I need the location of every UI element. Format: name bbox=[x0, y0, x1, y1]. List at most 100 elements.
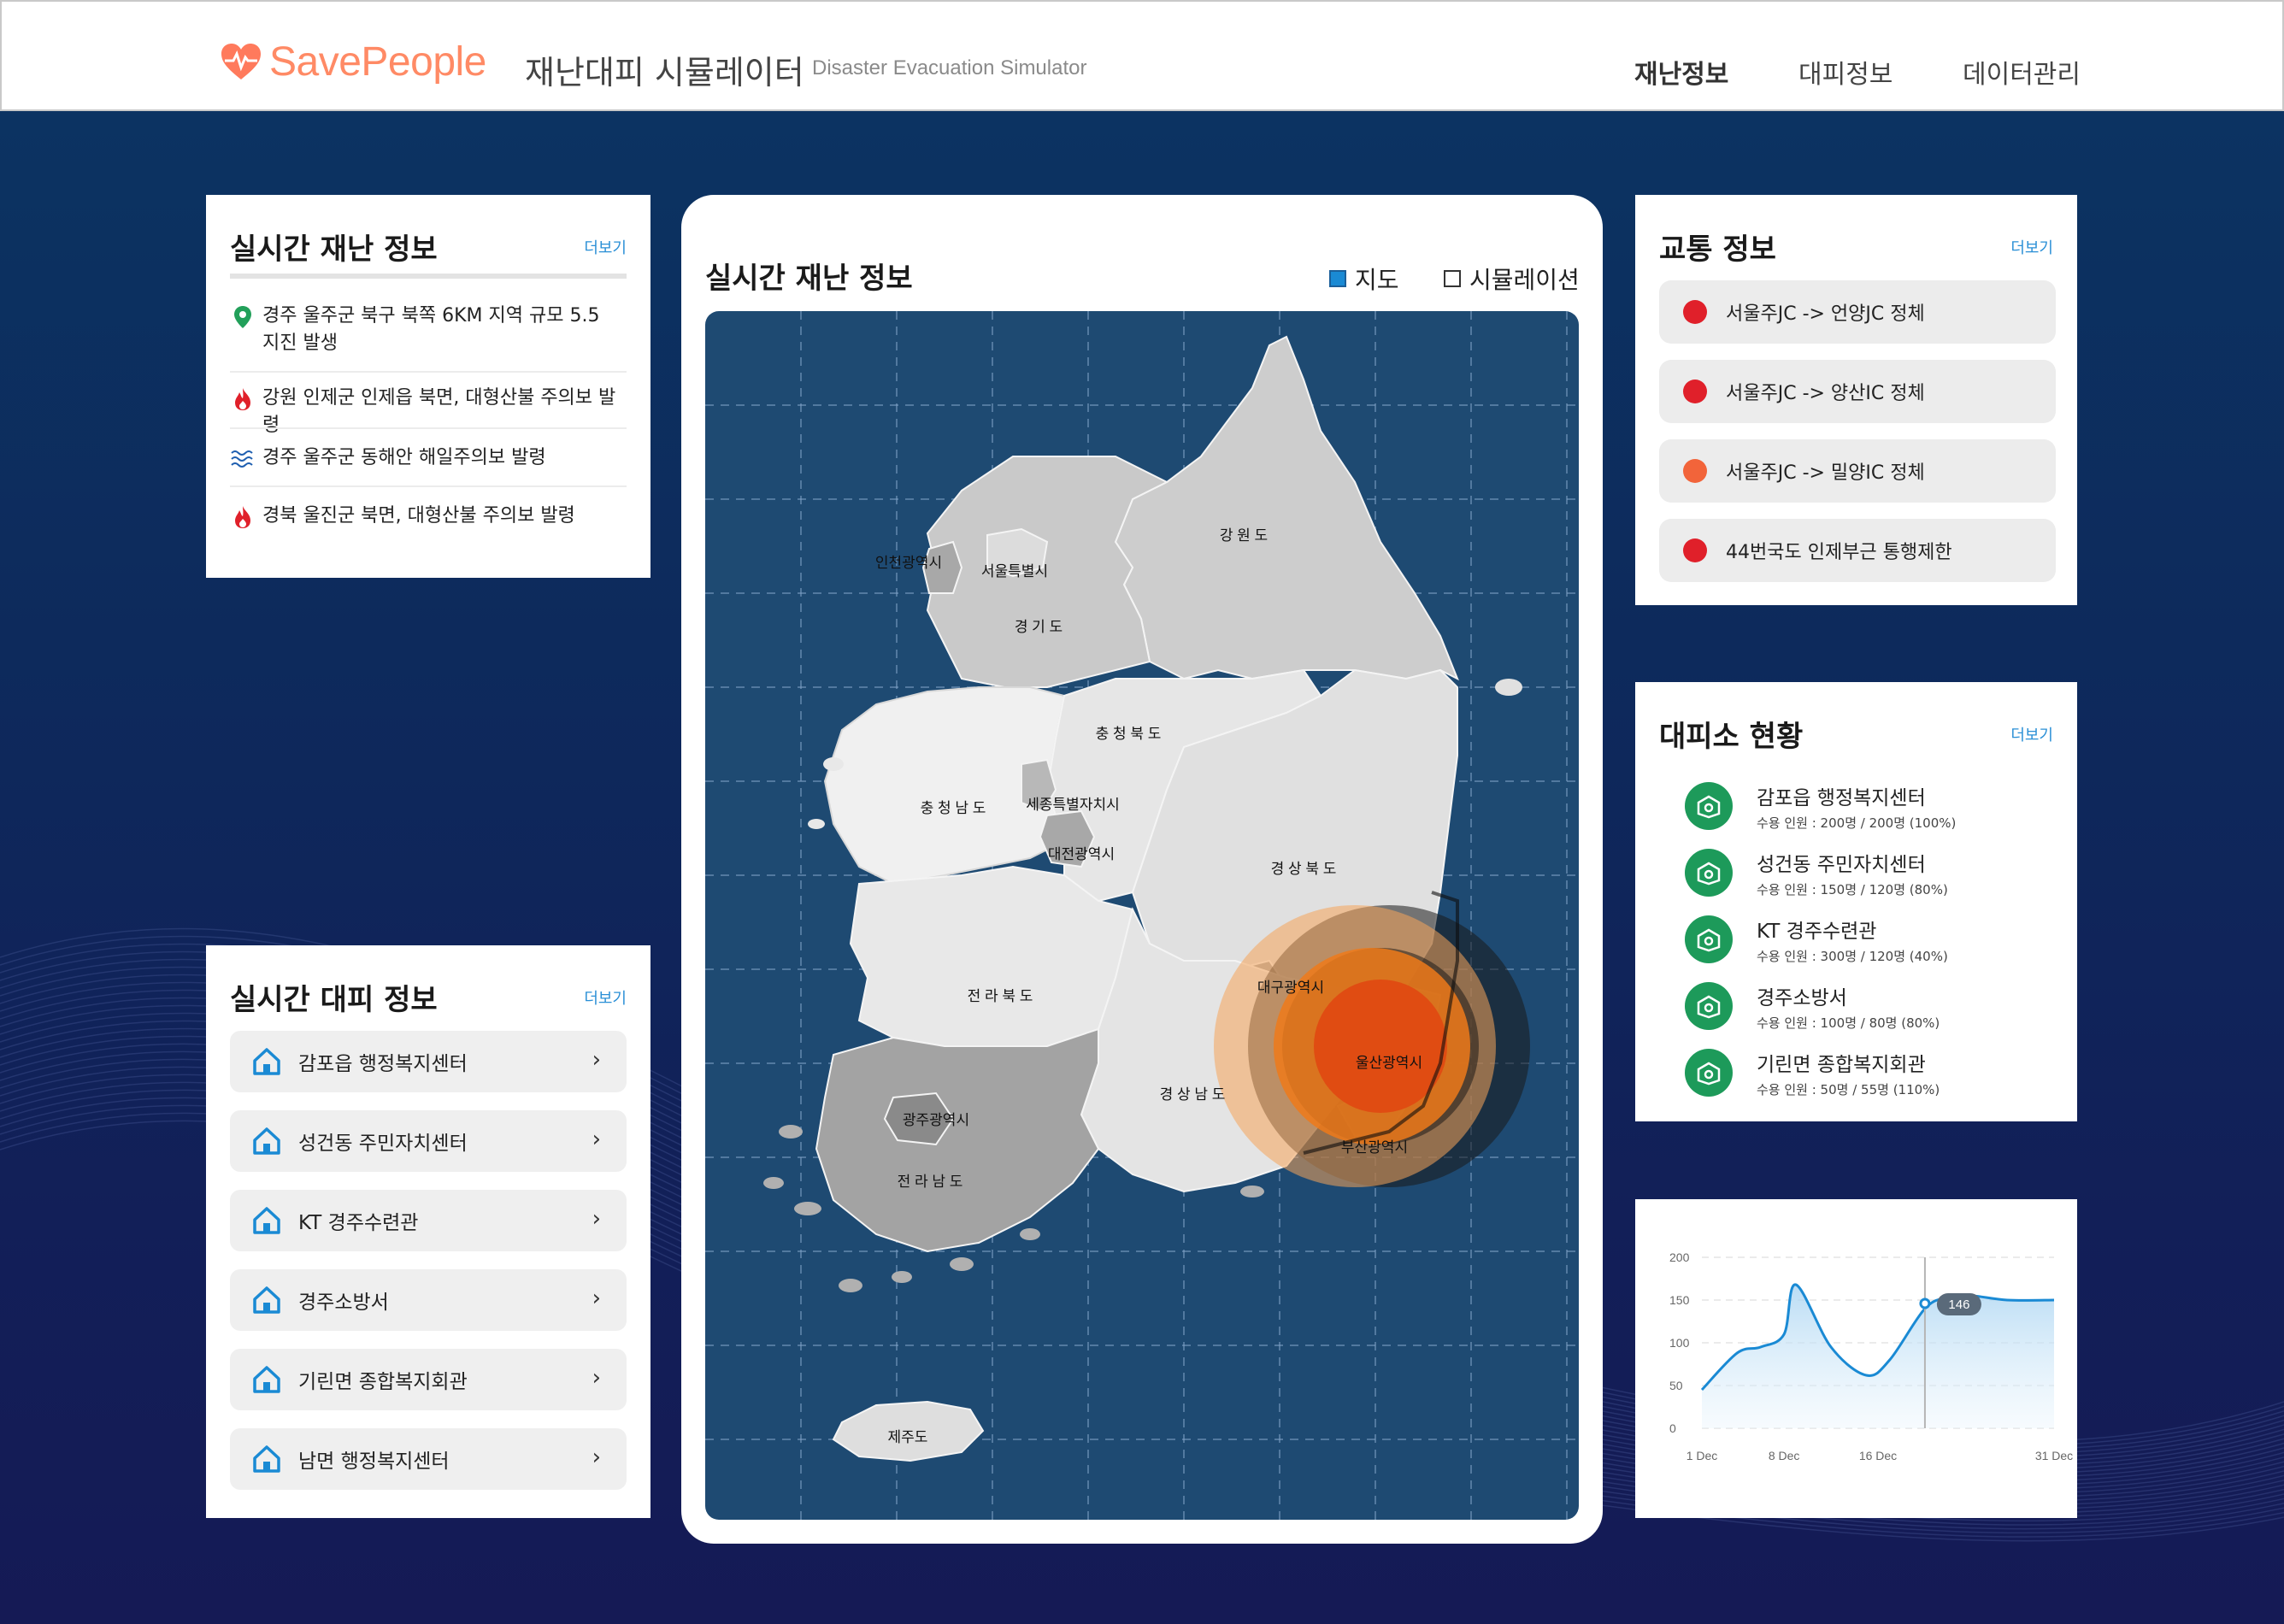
evacuation-item-label: 기린면 종합복지회관 bbox=[298, 1371, 468, 1393]
traffic-item-text: 서울주JC -> 언양JC 정체 bbox=[1726, 303, 1925, 325]
house-icon bbox=[253, 1286, 280, 1314]
disaster-info-card: 실시간 재난 정보 더보기 경주 울주군 북구 북쪽 6KM 지역 규모 5.5… bbox=[206, 195, 650, 578]
fire-icon bbox=[235, 388, 250, 410]
top-header: SavePeople 재난대피 시뮬레이터 Disaster Evacuatio… bbox=[0, 0, 2284, 111]
chevron-right-icon: › bbox=[592, 1286, 601, 1311]
evacuation-item-label: 남면 행정복지센터 bbox=[298, 1450, 450, 1473]
label-gyeongnam: 경 상 남 도 bbox=[1160, 1086, 1226, 1103]
toggle-label: 시뮬레이션 bbox=[1469, 266, 1580, 294]
divider bbox=[230, 427, 627, 429]
chart-area-fill bbox=[1702, 1284, 2054, 1428]
traffic-list-item[interactable]: 서울주JC -> 양산IC 정체 bbox=[1659, 360, 2056, 423]
evacuation-list-item[interactable]: 성건동 주민자치센터 › bbox=[230, 1110, 627, 1172]
x-tick-label: 16 Dec bbox=[1859, 1449, 1897, 1462]
disaster-item-text: 경주 울주군 북구 북쪽 6KM 지역 규모 5.5 bbox=[262, 305, 600, 327]
more-link[interactable]: 더보기 bbox=[2010, 723, 2053, 745]
chevron-right-icon: › bbox=[592, 1127, 601, 1152]
shelter-status-card: 대피소 현황 더보기 감포읍 행정복지센터 수용 인원 : 200명 / 200명… bbox=[1635, 682, 2077, 1121]
label-gyeongbuk: 경 상 북 도 bbox=[1271, 861, 1337, 877]
line-chart[interactable]: 0 50 100 150 200 1 Dec 8 Dec 16 Dec 31 Dec 146 bbox=[1635, 1199, 2077, 1518]
evacuation-list-item[interactable]: KT 경주수련관 › bbox=[230, 1190, 627, 1251]
korea-map[interactable]: 인천광역시 서울특별시 경 기 도 강 원 도 충 청 북 도 충 청 남 도 … bbox=[705, 311, 1579, 1520]
toggle-map[interactable]: 지도 bbox=[1329, 262, 1399, 296]
traffic-list-item[interactable]: 서울주JC -> 밀양IC 정체 bbox=[1659, 439, 2056, 503]
divider bbox=[230, 485, 627, 487]
label-gwangju: 광주광역시 bbox=[903, 1112, 969, 1128]
fire-icon bbox=[235, 506, 250, 528]
checkbox-unchecked[interactable] bbox=[1444, 270, 1461, 287]
more-link[interactable]: 더보기 bbox=[584, 236, 627, 258]
heart-pulse-icon bbox=[221, 44, 261, 79]
shelter-list-item[interactable]: KT 경주수련관 수용 인원 : 300명 / 120명 (40%) bbox=[1685, 909, 1948, 969]
shelter-icon bbox=[1685, 782, 1733, 830]
disaster-item-text: 경북 울진군 북면, 대형산불 주의보 발령 bbox=[262, 505, 575, 527]
disaster-item[interactable]: 강원 인제군 인제읍 북면, 대형산불 주의보 발령 bbox=[230, 385, 627, 439]
disaster-item[interactable]: 경주 울주군 북구 북쪽 6KM 지역 규모 5.5 지진 발생 bbox=[230, 303, 627, 357]
shelter-icon bbox=[1685, 849, 1733, 897]
label-jeonnam: 전 라 남 도 bbox=[898, 1174, 963, 1190]
card-title: 실시간 재난 정보 bbox=[230, 232, 438, 267]
tooltip-point[interactable] bbox=[1919, 1297, 1931, 1309]
logo[interactable]: SavePeople bbox=[220, 36, 486, 87]
divider bbox=[230, 274, 627, 279]
chevron-right-icon: › bbox=[592, 1365, 601, 1391]
disaster-item[interactable]: 경북 울진군 북면, 대형산불 주의보 발령 bbox=[230, 503, 627, 530]
traffic-item-text: 서울주JC -> 양산IC 정체 bbox=[1726, 383, 1925, 404]
traffic-item-text: 44번국도 인제부근 통행제한 bbox=[1726, 542, 1952, 563]
region-gangwon[interactable] bbox=[1114, 335, 1459, 681]
disaster-item[interactable]: 경주 울주군 동해안 해일주의보 발령 bbox=[230, 444, 627, 472]
evacuation-list-item[interactable]: 기린면 종합복지회관 › bbox=[230, 1349, 627, 1410]
x-tick-label: 8 Dec bbox=[1769, 1449, 1800, 1462]
y-tick-label: 200 bbox=[1669, 1250, 1690, 1264]
nav-disaster-info[interactable]: 재난정보 bbox=[1634, 53, 1728, 91]
shelter-name: 경주소방서 bbox=[1757, 986, 1847, 1009]
evacuation-list-item[interactable]: 남면 행정복지센터 › bbox=[230, 1428, 627, 1490]
evacuation-item-label: KT 경주수련관 bbox=[298, 1212, 419, 1234]
house-icon bbox=[253, 1445, 280, 1473]
label-daegu: 대구광역시 bbox=[1257, 980, 1324, 996]
divider bbox=[230, 371, 627, 373]
shelter-list-item[interactable]: 기린면 종합복지회관 수용 인원 : 50명 / 55명 (110%) bbox=[1685, 1043, 1940, 1103]
traffic-list-item[interactable]: 서울주JC -> 언양JC 정체 bbox=[1659, 280, 2056, 344]
traffic-list-item[interactable]: 44번국도 인제부근 통행제한 bbox=[1659, 519, 2056, 582]
more-link[interactable]: 더보기 bbox=[2010, 236, 2053, 258]
house-icon bbox=[253, 1127, 280, 1155]
evacuation-list-item[interactable]: 경주소방서 › bbox=[230, 1269, 627, 1331]
toggle-simulation[interactable]: 시뮬레이션 bbox=[1444, 262, 1580, 296]
nav-evacuation-info[interactable]: 대피정보 bbox=[1798, 53, 1893, 91]
status-dot bbox=[1683, 538, 1707, 562]
shelter-list-item[interactable]: 성건동 주민자치센터 수용 인원 : 150명 / 120명 (80%) bbox=[1685, 843, 1948, 903]
traffic-info-card: 교통 정보 더보기 서울주JC -> 언양JC 정체 서울주JC -> 양산IC … bbox=[1635, 195, 2077, 605]
label-jeju: 제주도 bbox=[888, 1429, 928, 1445]
y-tick-label: 100 bbox=[1669, 1336, 1690, 1350]
shelter-capacity: 수용 인원 : 300명 / 120명 (40%) bbox=[1757, 948, 1948, 964]
toggle-label: 지도 bbox=[1355, 266, 1399, 294]
card-title: 실시간 대피 정보 bbox=[230, 983, 438, 1017]
evacuation-item-label: 감포읍 행정복지센터 bbox=[298, 1053, 468, 1075]
y-tick-label: 150 bbox=[1669, 1293, 1690, 1307]
label-gyeonggi: 경 기 도 bbox=[1015, 619, 1063, 635]
evacuation-list-item[interactable]: 감포읍 행정복지센터 › bbox=[230, 1031, 627, 1092]
map-svg: 인천광역시 서울특별시 경 기 도 강 원 도 충 청 북 도 충 청 남 도 … bbox=[705, 311, 1579, 1520]
chevron-right-icon: › bbox=[592, 1206, 601, 1232]
tooltip-value: 146 bbox=[1948, 1297, 1969, 1312]
label-seoul: 서울특별시 bbox=[981, 563, 1048, 580]
label-jeonbuk: 전 라 북 도 bbox=[968, 988, 1033, 1004]
y-tick-label: 50 bbox=[1669, 1379, 1683, 1392]
shelter-icon bbox=[1685, 982, 1733, 1030]
shelter-icon bbox=[1685, 915, 1733, 963]
region-jeonnam[interactable] bbox=[815, 1027, 1100, 1253]
checkbox-checked[interactable] bbox=[1329, 270, 1346, 287]
app-subtitle: Disaster Evacuation Simulator bbox=[812, 56, 1087, 79]
trend-chart-card: 0 50 100 150 200 1 Dec 8 Dec 16 Dec 31 Dec 146 bbox=[1635, 1199, 2077, 1518]
house-icon bbox=[253, 1366, 280, 1393]
shelter-list-item[interactable]: 감포읍 행정복지센터수용 인원 : 200명 / 200명 (100%) bbox=[1685, 776, 1956, 836]
shelter-name: 감포읍 행정복지센터 bbox=[1757, 786, 1926, 809]
shelter-name: 기린면 종합복지회관 bbox=[1757, 1053, 1926, 1076]
disaster-item-text: 지진 발생 bbox=[262, 332, 338, 354]
shelter-list-item[interactable]: 경주소방서수용 인원 : 100명 / 80명 (80%) bbox=[1685, 976, 1940, 1036]
more-link[interactable]: 더보기 bbox=[584, 986, 627, 1009]
shelter-capacity: 수용 인원 : 200명 / 200명 (100%) bbox=[1757, 815, 1957, 831]
shelter-capacity: 수용 인원 : 100명 / 80명 (80%) bbox=[1757, 1015, 1940, 1031]
nav-data-management[interactable]: 데이터관리 bbox=[1963, 53, 2081, 91]
